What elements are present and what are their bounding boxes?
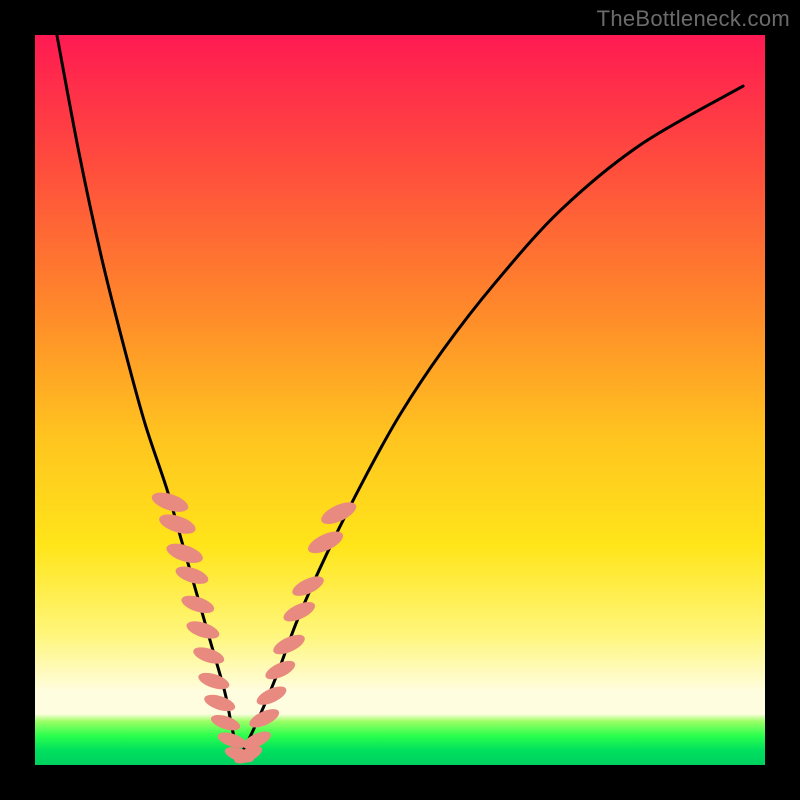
data-marker (281, 598, 318, 626)
data-marker (184, 618, 221, 642)
curve-layer (35, 35, 765, 765)
chart-stage: TheBottleneck.com (0, 0, 800, 800)
watermark-text: TheBottleneck.com (597, 6, 790, 32)
data-marker (173, 563, 210, 587)
curve-left-arm (57, 35, 240, 758)
curve-right-arm (239, 86, 743, 758)
data-marker (263, 657, 298, 683)
data-marker (164, 540, 205, 567)
marker-group (150, 489, 360, 767)
curve-paths-group (57, 35, 743, 758)
data-marker (202, 691, 237, 714)
data-marker (209, 712, 242, 734)
data-marker (196, 670, 231, 693)
data-marker (157, 511, 198, 538)
data-marker (271, 631, 308, 659)
data-marker (150, 489, 191, 516)
data-marker (191, 644, 226, 667)
plot-area (35, 35, 765, 765)
